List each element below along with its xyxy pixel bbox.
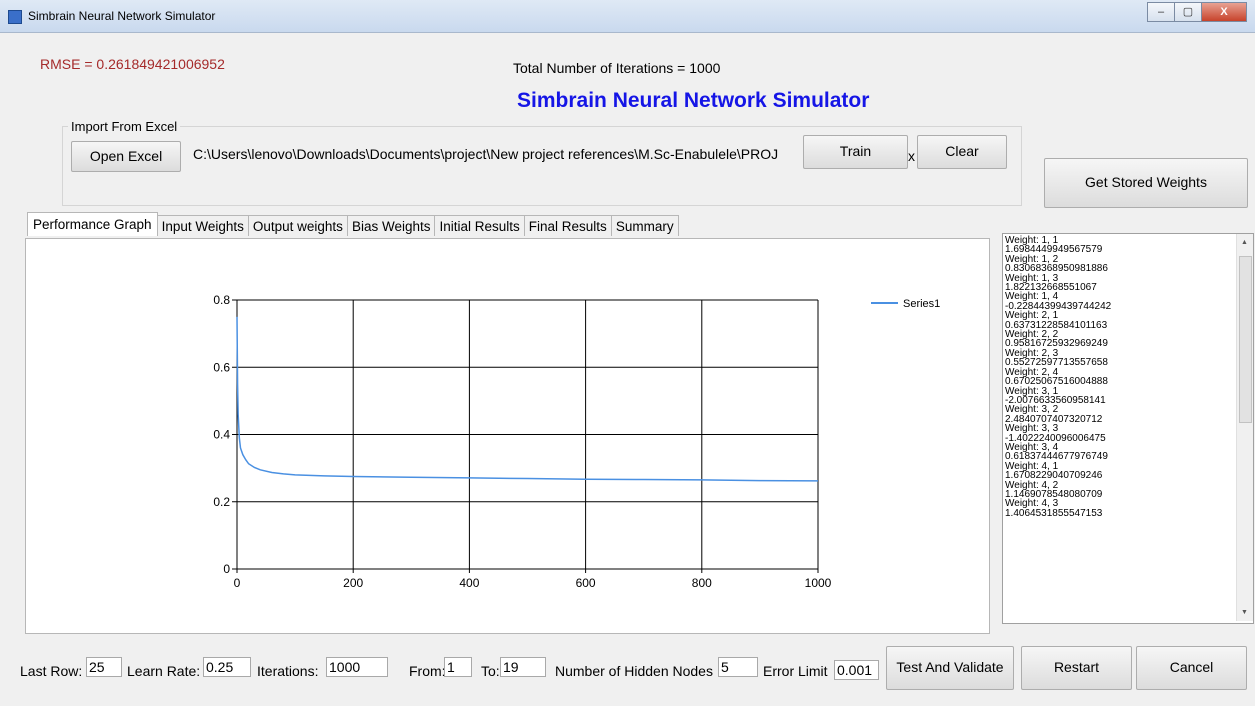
performance-chart: 0 200 400 600 800 1000 0 0.2 0.4 0.6 0.8 Series1 (213, 293, 940, 590)
weights-listbox[interactable]: Weight: 1, 1 1.6984449949567579 Weight: 1,… (1002, 233, 1254, 624)
x-tick-label: 600 (576, 576, 596, 590)
series-line (236, 316, 819, 482)
tab-final-results[interactable]: Final Results (523, 215, 612, 236)
total-iterations-label: Total Number of Iterations = 1000 (513, 60, 721, 76)
tab-bias-weights[interactable]: Bias Weights (346, 215, 436, 236)
open-excel-button[interactable]: Open Excel (71, 141, 181, 172)
hidden-nodes-input[interactable]: 5 (718, 657, 758, 677)
file-path-text: C:\Users\lenovo\Downloads\Documents\proj… (193, 146, 779, 162)
y-tick-label: 0.2 (213, 495, 230, 509)
window-title: Simbrain Neural Network Simulator (28, 9, 216, 23)
from-label: From: (409, 663, 446, 679)
from-input[interactable]: 1 (444, 657, 472, 677)
list-item[interactable]: 1.4064531855547153 (1005, 508, 1111, 518)
legend-label: Series1 (903, 298, 940, 310)
learn-rate-label: Learn Rate: (127, 663, 201, 679)
scroll-thumb[interactable] (1239, 256, 1252, 423)
tab-output-weights[interactable]: Output weights (247, 215, 348, 236)
tab-strip: Performance Graph Input Weights Output w… (27, 212, 679, 236)
tab-input-weights[interactable]: Input Weights (156, 215, 249, 236)
minimize-icon[interactable]: – (1147, 2, 1175, 22)
tab-performance-graph[interactable]: Performance Graph (27, 212, 158, 236)
weights-scrollbar[interactable]: ▲ ▼ (1236, 234, 1253, 621)
to-label: To: (481, 663, 500, 679)
x-tick-label: 400 (459, 576, 479, 590)
performance-graph-panel: 0 200 400 600 800 1000 0 0.2 0.4 0.6 0.8 Series1 (25, 238, 990, 634)
get-stored-weights-button[interactable]: Get Stored Weights (1044, 158, 1248, 208)
rmse-label: RMSE = 0.261849421006952 (40, 56, 225, 72)
import-group-label: Import From Excel (68, 119, 181, 134)
restart-button[interactable]: Restart (1021, 646, 1132, 690)
app-icon (8, 10, 22, 24)
x-tick-label: 1000 (805, 576, 832, 590)
close-icon[interactable]: X (1201, 2, 1247, 22)
file-path-tail: x (908, 148, 915, 164)
iterations-label: Iterations: (257, 663, 319, 679)
y-tick-label: 0 (223, 562, 230, 576)
scroll-down-icon[interactable]: ▼ (1241, 609, 1248, 616)
learn-rate-input[interactable]: 0.25 (203, 657, 251, 677)
iterations-input[interactable]: 1000 (326, 657, 388, 677)
maximize-icon[interactable]: ▢ (1174, 2, 1202, 22)
test-and-validate-button[interactable]: Test And Validate (886, 646, 1014, 690)
scroll-up-icon[interactable]: ▲ (1241, 239, 1248, 246)
train-button[interactable]: Train (803, 135, 908, 169)
app-heading: Simbrain Neural Network Simulator (517, 89, 870, 112)
last-row-label: Last Row: (20, 663, 83, 679)
cancel-button[interactable]: Cancel (1136, 646, 1247, 690)
tab-initial-results[interactable]: Initial Results (434, 215, 525, 236)
y-tick-label: 0.4 (213, 428, 230, 442)
window-controls: – ▢ X (1147, 2, 1247, 22)
last-row-input[interactable]: 25 (86, 657, 122, 677)
error-limit-input[interactable]: 0.001 (834, 660, 879, 680)
x-tick-label: 0 (234, 576, 241, 590)
clear-button[interactable]: Clear (917, 135, 1007, 169)
weights-list: Weight: 1, 1 1.6984449949567579 Weight: 1,… (1005, 235, 1111, 518)
title-bar: Simbrain Neural Network Simulator – ▢ X (0, 0, 1255, 33)
error-limit-label: Error Limit (763, 663, 828, 679)
to-input[interactable]: 19 (500, 657, 546, 677)
x-tick-label: 200 (343, 576, 363, 590)
tab-summary[interactable]: Summary (610, 215, 679, 236)
x-tick-label: 800 (692, 576, 712, 590)
y-tick-label: 0.8 (213, 293, 230, 307)
hidden-nodes-label: Number of Hidden Nodes (555, 663, 713, 679)
y-tick-label: 0.6 (213, 360, 230, 374)
